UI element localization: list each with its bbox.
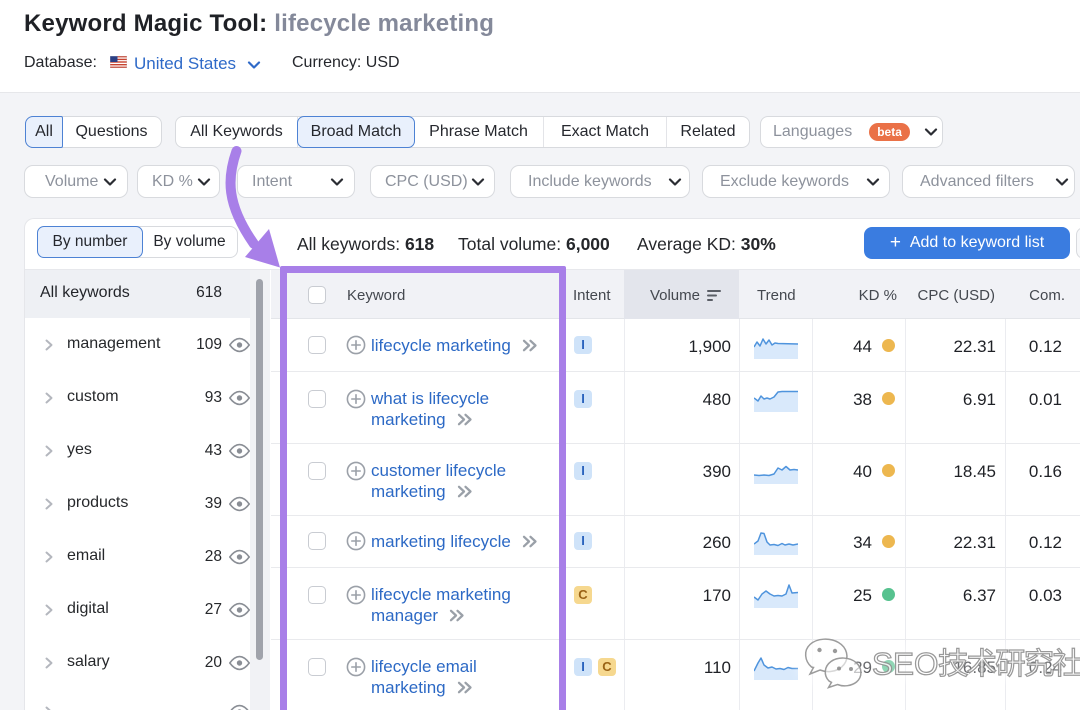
svg-text:SEO: SEO [872,646,939,682]
